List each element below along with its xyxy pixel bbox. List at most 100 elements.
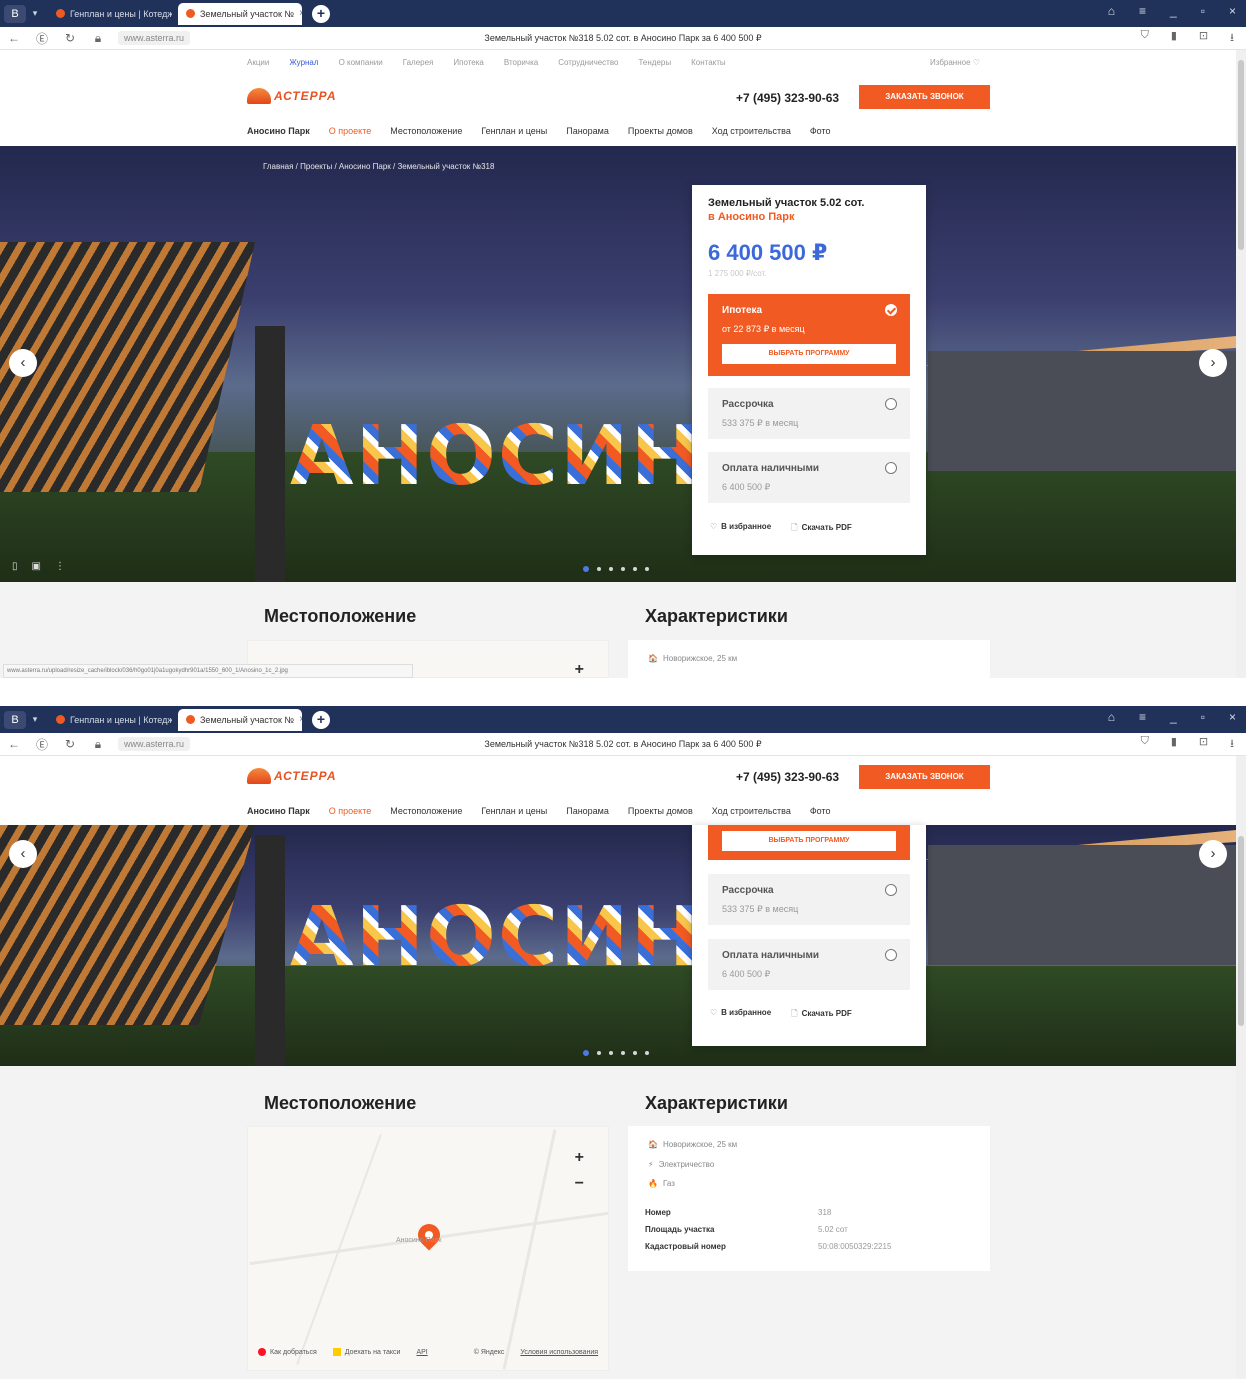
mainnav-item[interactable]: Местоположение (390, 806, 462, 816)
tab-plot[interactable]: Земельный участок № × (178, 2, 302, 25)
slide-dot[interactable] (633, 1051, 637, 1055)
slide-dot[interactable] (597, 567, 601, 571)
mainnav-item[interactable]: Аносино Парк (247, 126, 310, 136)
mainnav-item[interactable]: Аносино Парк (247, 806, 310, 816)
option-installment[interactable]: Рассрочка 533 375 ₽ в месяц (708, 874, 910, 925)
taxi-button[interactable]: Доехать на такси (333, 1348, 401, 1356)
url-field[interactable]: www.asterra.ru (118, 31, 191, 45)
mainnav-item[interactable]: Генплан и цены (481, 126, 547, 136)
zoom-in-button[interactable]: + (575, 661, 584, 677)
bookmark-icon[interactable]: ⌂ (1108, 4, 1115, 18)
close-icon[interactable]: × (299, 8, 302, 19)
scrollbar-thumb[interactable] (1238, 836, 1244, 1026)
more-icon[interactable]: ⋮ (55, 561, 65, 572)
menu-icon[interactable]: ≡ (1139, 710, 1146, 724)
option-installment[interactable]: Рассрочка 533 375 ₽ в месяц (708, 388, 910, 439)
prev-slide-button[interactable]: ‹ (9, 349, 37, 377)
prev-slide-button[interactable]: ‹ (9, 840, 37, 868)
slide-dot[interactable] (583, 1050, 589, 1056)
mainnav-item[interactable]: Ход строительства (712, 126, 791, 136)
zoom-out-button[interactable]: − (575, 1175, 584, 1193)
minimize-icon[interactable]: _ (1170, 4, 1177, 18)
slide-dot[interactable] (609, 1051, 613, 1055)
topnav-item[interactable]: Галерея (403, 58, 434, 67)
mainnav-item[interactable]: Проекты домов (628, 806, 693, 816)
close-icon[interactable]: × (299, 714, 302, 725)
yandex-icon[interactable]: Ⓔ (28, 736, 56, 753)
mainnav-item[interactable]: Ход строительства (712, 806, 791, 816)
breadcrumb[interactable]: Главная / Проекты / Аносино Парк / Земел… (263, 162, 494, 171)
topnav-item[interactable]: Сотрудничество (558, 58, 618, 67)
reload-icon[interactable]: ↻ (56, 737, 84, 751)
slide-dot[interactable] (609, 567, 613, 571)
radio-icon[interactable] (885, 462, 897, 474)
tab-plot[interactable]: Земельный участок № × (178, 708, 302, 731)
mainnav-item[interactable]: Фото (810, 126, 831, 136)
mainnav-item[interactable]: Панорама (566, 126, 609, 136)
terms-link[interactable]: Условия использования (520, 1349, 598, 1356)
map-pin-icon[interactable] (413, 1219, 445, 1251)
protect-icon[interactable]: ⛉ (1141, 29, 1149, 48)
radio-icon[interactable] (885, 398, 897, 410)
yandex-icon[interactable]: Ⓔ (28, 30, 56, 47)
add-favorite-button[interactable]: ♡ В избранное (710, 1008, 771, 1022)
mainnav-item[interactable]: Местоположение (390, 126, 462, 136)
phone-number[interactable]: +7 (495) 323-90-63 (736, 770, 839, 784)
download-icon[interactable]: ⭳ (1230, 735, 1234, 754)
mainnav-item[interactable]: О проекте (329, 126, 371, 136)
reload-icon[interactable]: ↻ (56, 31, 84, 45)
topnav-item[interactable]: Тендеры (638, 58, 671, 67)
map[interactable]: + − Аносино Парк Как добраться Доехать н… (247, 1126, 609, 1371)
call-back-button[interactable]: ЗАКАЗАТЬ ЗВОНОК (859, 85, 990, 109)
bookmark-flag-icon[interactable]: ▮ (1171, 29, 1177, 48)
topnav-item[interactable]: Ипотека (453, 58, 484, 67)
back-icon[interactable]: ← (0, 31, 28, 45)
favorites-link[interactable]: Избранное ♡ (930, 58, 980, 67)
minimize-icon[interactable]: _ (1170, 710, 1177, 724)
phone-number[interactable]: +7 (495) 323-90-63 (736, 91, 839, 105)
next-slide-button[interactable]: › (1199, 349, 1227, 377)
choose-program-button[interactable]: ВЫБРАТЬ ПРОГРАММУ (722, 831, 896, 851)
slide-dot[interactable] (621, 1051, 625, 1055)
topnav-item[interactable]: Контакты (691, 58, 726, 67)
mainnav-item[interactable]: Генплан и цены (481, 806, 547, 816)
radio-icon[interactable] (885, 884, 897, 896)
back-icon[interactable]: ← (0, 737, 28, 751)
maximize-icon[interactable]: ▫ (1201, 710, 1205, 724)
slide-dot[interactable] (633, 567, 637, 571)
download-icon[interactable]: ⭳ (1230, 29, 1234, 48)
close-window-icon[interactable]: × (1229, 4, 1236, 18)
option-cash[interactable]: Оплата наличными 6 400 500 ₽ (708, 452, 910, 503)
protect-icon[interactable]: ⛉ (1141, 735, 1149, 754)
topnav-item[interactable]: О компании (339, 58, 383, 67)
logo[interactable]: АСТЕРРА (247, 768, 337, 784)
call-back-button[interactable]: ЗАКАЗАТЬ ЗВОНОК (859, 765, 990, 789)
topnav-item[interactable]: Журнал (289, 58, 318, 67)
download-pdf-button[interactable]: 🗋︎ Скачать PDF (791, 522, 852, 536)
slide-dot[interactable] (645, 1051, 649, 1055)
zoom-in-button[interactable]: + (575, 1149, 584, 1167)
api-link[interactable]: API (416, 1349, 427, 1356)
browser-menu-icon[interactable]: B (4, 710, 26, 729)
bookmark-flag-icon[interactable]: ▮ (1171, 735, 1177, 754)
option-cash[interactable]: Оплата наличными 6 400 500 ₽ (708, 939, 910, 990)
mainnav-item[interactable]: Фото (810, 806, 831, 816)
menu-icon[interactable]: ≡ (1139, 4, 1146, 18)
bookmark-icon[interactable]: ⌂ (1108, 710, 1115, 724)
url-field[interactable]: www.asterra.ru (118, 737, 191, 751)
translate-icon[interactable]: ⊡ (1199, 29, 1208, 48)
option-mortgage[interactable]: ВЫБРАТЬ ПРОГРАММУ (708, 825, 910, 860)
slide-dot[interactable] (621, 567, 625, 571)
scrollbar-thumb[interactable] (1238, 60, 1244, 250)
translate-icon[interactable]: ⊡ (1199, 735, 1208, 754)
option-mortgage[interactable]: Ипотека от 22 873 ₽ в месяц ВЫБРАТЬ ПРОГ… (708, 294, 910, 376)
choose-program-button[interactable]: ВЫБРАТЬ ПРОГРАММУ (722, 344, 896, 364)
topnav-item[interactable]: Акции (247, 58, 269, 67)
new-tab-button[interactable]: + (312, 710, 330, 729)
gallery-icon[interactable]: ▣ (32, 561, 41, 572)
bookmark-icon[interactable]: ▯ (12, 561, 18, 572)
mainnav-item[interactable]: Проекты домов (628, 126, 693, 136)
slide-dot[interactable] (597, 1051, 601, 1055)
scrollbar[interactable] (1236, 50, 1246, 678)
slide-dot[interactable] (583, 566, 589, 572)
